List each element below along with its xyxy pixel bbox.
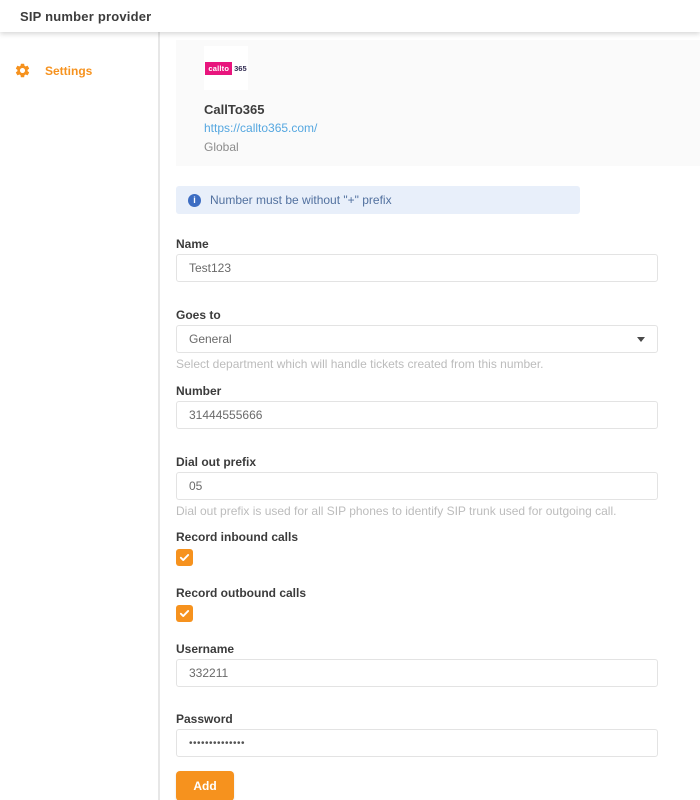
provider-logo-text-primary: callto [205, 62, 232, 75]
field-goes-to: Goes to General Select department which … [176, 309, 658, 371]
provider-logo: callto 365 [204, 46, 248, 90]
goes-to-label: Goes to [176, 309, 658, 322]
sip-number-form: Name Goes to General Select department w… [176, 238, 658, 800]
provider-logo-text-secondary: 365 [234, 64, 247, 73]
dial-out-prefix-helper-text: Dial out prefix is used for all SIP phon… [176, 505, 658, 518]
page-title: SIP number provider [20, 9, 151, 24]
field-dial-out-prefix: Dial out prefix Dial out prefix is used … [176, 456, 658, 518]
provider-name: CallTo365 [204, 102, 700, 117]
chevron-down-icon [637, 337, 645, 342]
field-number: Number [176, 385, 658, 429]
provider-url-link[interactable]: https://callto365.com/ [204, 121, 317, 135]
field-name: Name [176, 238, 658, 282]
dial-out-prefix-input[interactable] [176, 472, 658, 500]
layout: Settings callto 365 CallTo365 https://ca… [0, 32, 700, 800]
number-input[interactable] [176, 401, 658, 429]
info-icon: i [188, 194, 201, 207]
password-label: Password [176, 713, 658, 726]
field-record-outbound: Record outbound calls [176, 587, 658, 622]
name-input[interactable] [176, 254, 658, 282]
main-content: callto 365 CallTo365 https://callto365.c… [160, 32, 700, 800]
field-username: Username [176, 643, 658, 687]
record-outbound-label: Record outbound calls [176, 587, 658, 600]
provider-region: Global [204, 140, 700, 154]
add-button[interactable]: Add [176, 771, 234, 800]
provider-panel: callto 365 CallTo365 https://callto365.c… [176, 40, 700, 166]
page-header: SIP number provider [0, 0, 700, 32]
username-input[interactable] [176, 659, 658, 687]
name-label: Name [176, 238, 658, 251]
goes-to-selected-value: General [189, 332, 232, 346]
goes-to-helper-text: Select department which will handle tick… [176, 358, 658, 371]
username-label: Username [176, 643, 658, 656]
info-banner: i Number must be without "+" prefix [176, 186, 580, 214]
sidebar: Settings [0, 32, 160, 800]
number-label: Number [176, 385, 658, 398]
info-banner-text: Number must be without "+" prefix [210, 193, 392, 207]
field-record-inbound: Record inbound calls [176, 531, 658, 566]
password-input[interactable] [176, 729, 658, 757]
record-inbound-checkbox[interactable] [176, 549, 193, 566]
dial-out-prefix-label: Dial out prefix [176, 456, 658, 469]
gear-icon [14, 62, 31, 79]
record-outbound-checkbox[interactable] [176, 605, 193, 622]
record-inbound-label: Record inbound calls [176, 531, 658, 544]
field-password: Password [176, 713, 658, 757]
sidebar-item-settings[interactable]: Settings [0, 62, 158, 79]
sidebar-item-label: Settings [45, 64, 92, 78]
goes-to-select[interactable]: General [176, 325, 658, 353]
